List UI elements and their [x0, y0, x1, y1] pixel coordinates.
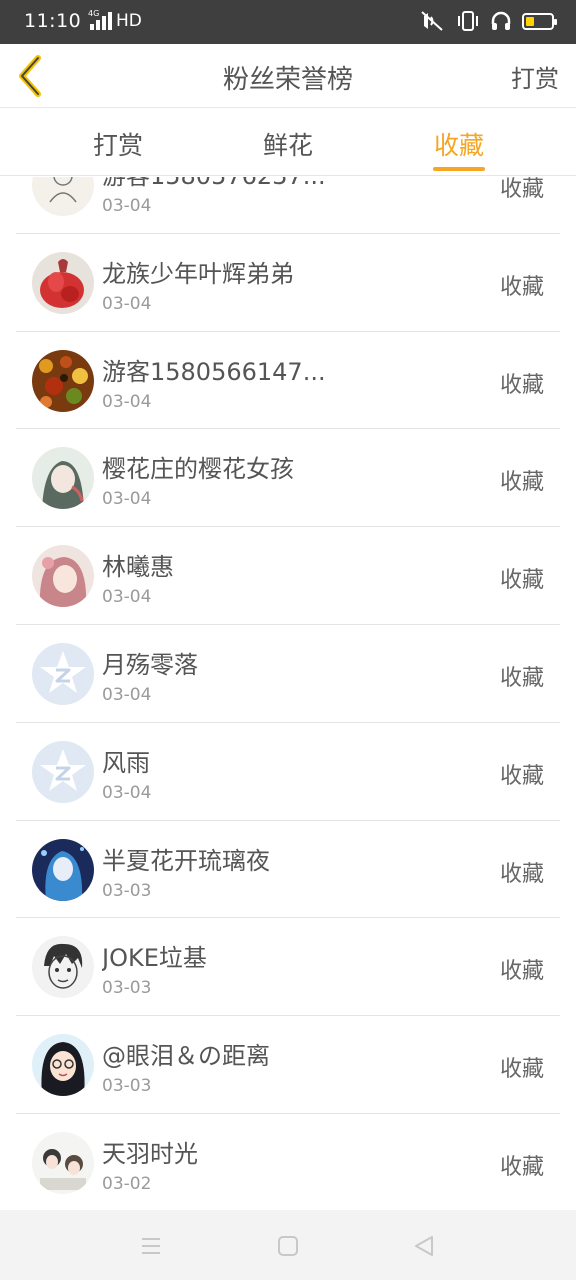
list-item[interactable]: @眼泪＆の距离 03-03 收藏: [16, 1016, 560, 1114]
active-tab-indicator: [433, 167, 485, 171]
list-item[interactable]: JOKE垃基 03-03 收藏: [16, 918, 560, 1017]
system-nav-bar: [0, 1210, 576, 1280]
menu-icon[interactable]: [139, 1234, 163, 1258]
user-name: 龙族少年叶辉弟弟: [102, 259, 294, 288]
item-action: 收藏: [499, 372, 544, 398]
avatar[interactable]: [32, 936, 94, 999]
item-action: 收藏: [499, 177, 544, 202]
item-action: 收藏: [499, 763, 544, 789]
vibrate-mute-icon: [421, 11, 443, 31]
list-item[interactable]: 半夏花开琉璃夜 03-03 收藏: [16, 821, 560, 919]
item-action: 收藏: [499, 665, 544, 691]
user-name: 游客1580566147...: [102, 357, 326, 386]
item-action: 收藏: [499, 568, 544, 594]
headphones-icon: [491, 11, 511, 30]
list-item[interactable]: 樱花庄的樱花女孩 03-04 收藏: [16, 429, 560, 528]
item-date: 03-03: [102, 880, 152, 901]
avatar[interactable]: [32, 1131, 94, 1194]
list-item[interactable]: 天羽时光 03-02 收藏: [16, 1114, 560, 1209]
item-date: 03-03: [102, 978, 152, 999]
tab-favorites[interactable]: 收藏: [399, 126, 519, 162]
user-name: 樱花庄的樱花女孩: [102, 455, 294, 484]
status-time: 11:10: [24, 10, 82, 32]
item-date: 03-04: [102, 587, 152, 608]
avatar[interactable]: [32, 838, 94, 901]
fan-list[interactable]: 游客1580576237... 03-04 收藏 龙族少年叶辉弟弟 03-04 …: [0, 177, 576, 1209]
avatar[interactable]: [32, 251, 94, 314]
hd-indicator: HD: [116, 11, 142, 31]
battery-level: [526, 16, 534, 26]
item-date: 03-02: [102, 1173, 152, 1194]
item-date: 03-04: [102, 391, 152, 412]
battery-icon: [522, 12, 557, 30]
item-date: 03-04: [102, 684, 152, 705]
user-name: @眼泪＆の距离: [102, 1042, 270, 1071]
tab-flowers[interactable]: 鲜花: [228, 126, 348, 162]
item-action: 收藏: [499, 470, 544, 496]
user-name: 半夏花开琉璃夜: [102, 846, 270, 875]
avatar[interactable]: [32, 545, 94, 608]
status-bar: 11:10 4G HD: [0, 0, 576, 44]
network-type: 4G: [88, 9, 100, 18]
avatar[interactable]: [32, 349, 94, 412]
reward-button[interactable]: 打赏: [511, 59, 559, 94]
item-action: 收藏: [499, 959, 544, 985]
item-action: 收藏: [499, 274, 544, 300]
status-icons: [420, 10, 557, 32]
list-item[interactable]: 游客1580576237... 03-04 收藏: [16, 177, 560, 234]
list-item[interactable]: 龙族少年叶辉弟弟 03-04 收藏: [16, 234, 560, 332]
vibrate-icon: [458, 11, 478, 31]
avatar[interactable]: [32, 447, 94, 510]
avatar[interactable]: [32, 642, 94, 705]
page-title: 粉丝荣誉榜: [222, 65, 353, 95]
home-square-icon[interactable]: [276, 1234, 300, 1258]
item-date: 03-04: [102, 293, 152, 314]
app-header: 粉丝荣誉榜 打赏: [0, 44, 576, 108]
avatar[interactable]: [32, 177, 94, 216]
item-date: 03-04: [102, 196, 152, 216]
item-action: 收藏: [499, 1057, 544, 1083]
tab-reward[interactable]: 打赏: [58, 126, 178, 162]
avatar[interactable]: [32, 1034, 94, 1097]
item-date: 03-03: [102, 1076, 152, 1097]
avatar[interactable]: [32, 740, 94, 803]
item-date: 03-04: [102, 782, 152, 803]
tab-bar: 打赏 鲜花 收藏: [0, 108, 576, 176]
item-action: 收藏: [499, 861, 544, 887]
user-name: 月殇零落: [102, 650, 198, 679]
list-item[interactable]: 游客1580566147... 03-04 收藏: [16, 332, 560, 430]
user-name: 风雨: [102, 748, 150, 777]
user-name: 游客1580576237...: [102, 177, 326, 191]
list-item[interactable]: 林曦惠 03-04 收藏: [16, 527, 560, 625]
list-item[interactable]: 风雨 03-04 收藏: [16, 723, 560, 821]
user-name: 天羽时光: [102, 1139, 198, 1168]
item-date: 03-04: [102, 489, 152, 510]
back-triangle-icon[interactable]: [412, 1234, 436, 1258]
user-name: 林曦惠: [102, 553, 174, 582]
network-indicator: 4G HD: [88, 9, 142, 31]
user-name: JOKE垃基: [102, 944, 207, 973]
list-item[interactable]: 月殇零落 03-04 收藏: [16, 625, 560, 723]
item-action: 收藏: [499, 1154, 544, 1180]
